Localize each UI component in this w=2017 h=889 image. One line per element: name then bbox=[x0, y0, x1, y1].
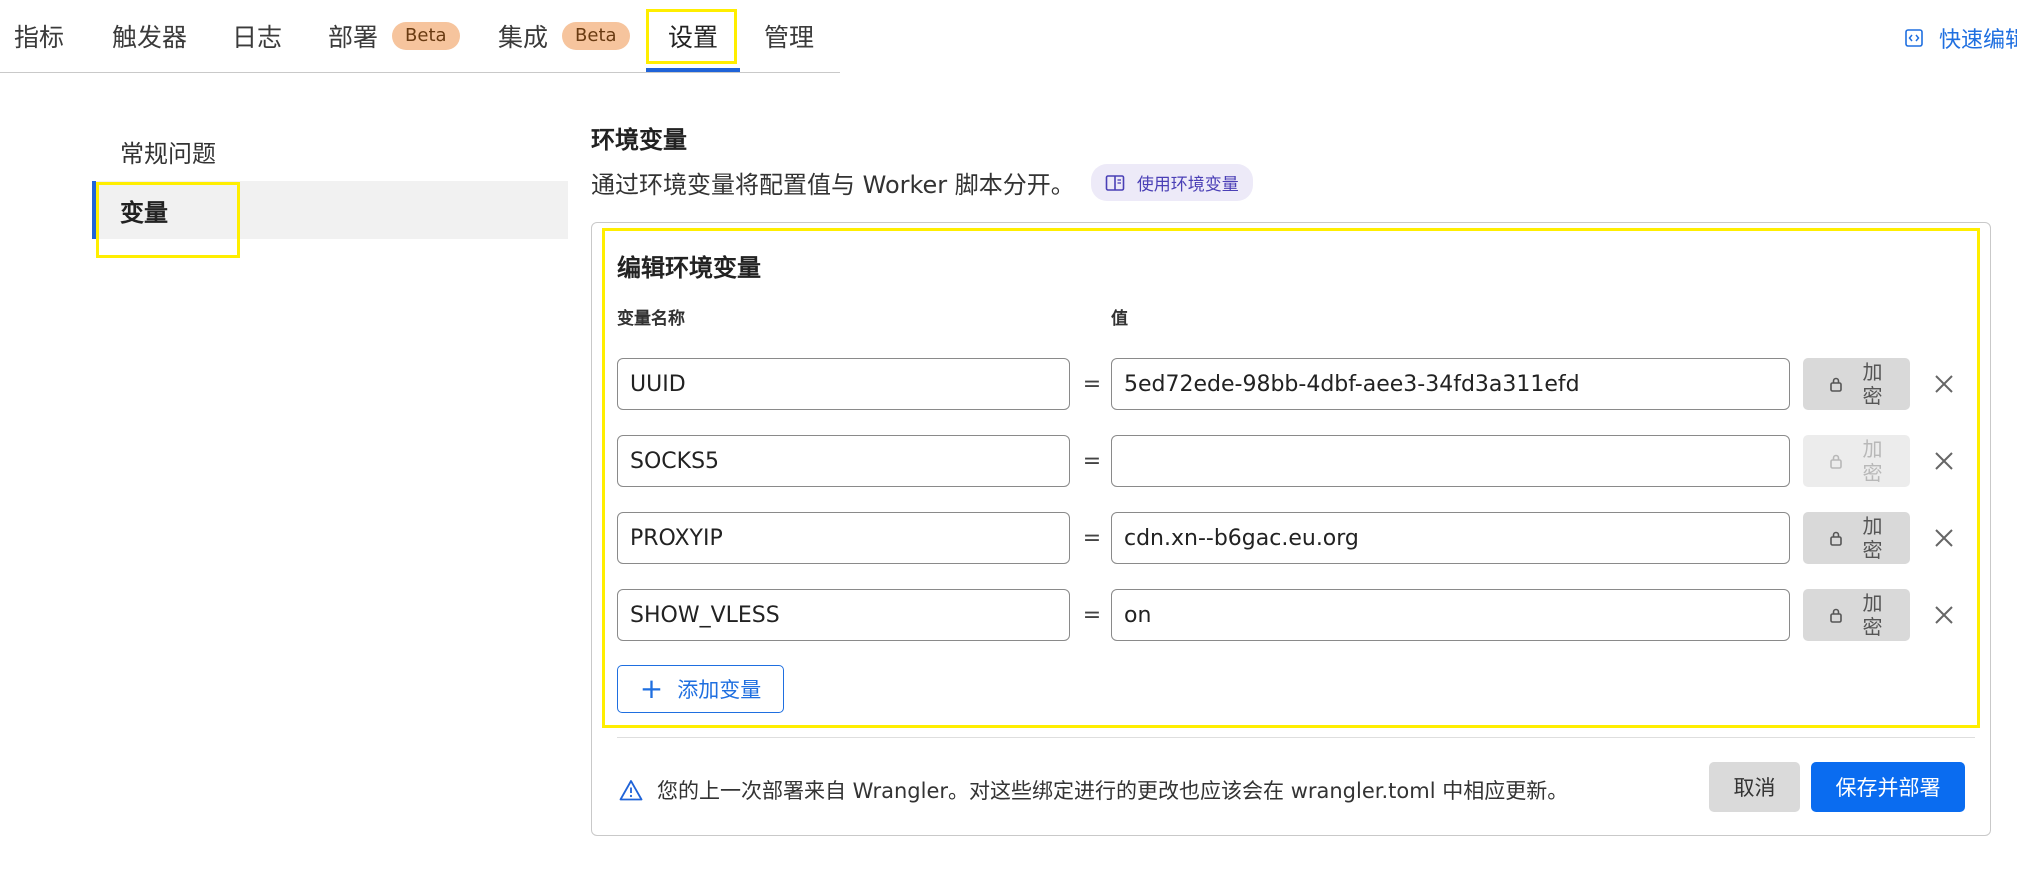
tab-label: 指标 bbox=[14, 23, 65, 52]
encrypt-button[interactable]: 加密 bbox=[1803, 358, 1910, 410]
variable-row: = 加密 bbox=[617, 358, 1953, 410]
tab-label: 管理 bbox=[764, 23, 815, 52]
code-icon bbox=[1905, 29, 1923, 47]
beta-badge: Beta bbox=[392, 22, 460, 50]
close-icon[interactable] bbox=[1930, 524, 1958, 552]
active-tab-indicator bbox=[646, 68, 740, 72]
warning-text: 您的上一次部署来自 Wrangler。对这些绑定进行的更改也应该会在 wrang… bbox=[657, 779, 1569, 803]
plus-icon: + bbox=[639, 672, 664, 705]
tab-deployments[interactable]: 部署 Beta bbox=[328, 0, 460, 72]
column-label-value: 值 bbox=[1111, 309, 1128, 329]
add-variable-label: 添加变量 bbox=[677, 678, 762, 702]
equals-sign: = bbox=[1082, 525, 1102, 551]
warning-icon bbox=[619, 780, 643, 801]
lock-icon bbox=[1829, 454, 1842, 469]
close-icon[interactable] bbox=[1930, 370, 1958, 398]
section-title: 环境变量 bbox=[591, 126, 687, 154]
tab-label: 日志 bbox=[232, 23, 283, 52]
variable-row: = 加密 bbox=[617, 589, 1953, 641]
encrypt-label: 加密 bbox=[1862, 437, 1883, 485]
book-icon bbox=[1105, 174, 1125, 191]
wrangler-warning: 您的上一次部署来自 Wrangler。对这些绑定进行的更改也应该会在 wrang… bbox=[619, 775, 1568, 805]
description-text: 通过环境变量将配置值与 Worker 脚本分开。 bbox=[591, 171, 1075, 199]
sidebar-item-label: 常规问题 bbox=[120, 139, 216, 168]
equals-sign: = bbox=[1082, 371, 1102, 397]
docs-link[interactable]: 使用环境变量 bbox=[1090, 164, 1253, 201]
encrypt-button[interactable]: 加密 bbox=[1803, 435, 1910, 487]
encrypt-label: 加密 bbox=[1862, 514, 1883, 562]
tab-manage[interactable]: 管理 bbox=[764, 0, 814, 72]
close-icon[interactable] bbox=[1930, 601, 1958, 629]
tab-triggers[interactable]: 触发器 bbox=[112, 0, 187, 72]
beta-badge: Beta bbox=[562, 22, 630, 50]
tab-logs[interactable]: 日志 bbox=[232, 0, 282, 72]
variable-name-input[interactable] bbox=[617, 512, 1070, 564]
tab-label: 集成 bbox=[498, 23, 549, 52]
quick-edit-label: 快速编辑 bbox=[1938, 28, 2017, 53]
variable-row: = 加密 bbox=[617, 512, 1953, 564]
equals-sign: = bbox=[1082, 602, 1102, 628]
close-icon[interactable] bbox=[1930, 447, 1958, 475]
section-description: 通过环境变量将配置值与 Worker 脚本分开。 使用环境变量 bbox=[591, 164, 1253, 201]
sidebar-item-general[interactable]: 常规问题 bbox=[92, 122, 568, 180]
encrypt-label: 加密 bbox=[1862, 360, 1883, 408]
variable-value-input[interactable] bbox=[1111, 512, 1790, 564]
tab-label: 触发器 bbox=[112, 23, 188, 52]
column-label-name: 变量名称 bbox=[617, 309, 685, 329]
cancel-button[interactable]: 取消 bbox=[1709, 762, 1800, 812]
lock-icon bbox=[1829, 608, 1842, 623]
lock-icon bbox=[1829, 531, 1842, 546]
equals-sign: = bbox=[1082, 448, 1102, 474]
variable-name-input[interactable] bbox=[617, 435, 1070, 487]
lock-icon bbox=[1829, 377, 1842, 392]
tab-metrics[interactable]: 指标 bbox=[14, 0, 64, 72]
variable-value-input[interactable] bbox=[1111, 358, 1790, 410]
tab-label: 部署 bbox=[328, 23, 379, 52]
divider bbox=[617, 737, 1975, 738]
quick-edit-link[interactable]: 快速编辑 bbox=[1905, 22, 2017, 54]
encrypt-button[interactable]: 加密 bbox=[1803, 512, 1910, 564]
variable-name-input[interactable] bbox=[617, 358, 1070, 410]
add-variable-button[interactable]: + 添加变量 bbox=[617, 665, 784, 713]
highlight-box bbox=[96, 182, 240, 258]
variable-value-input[interactable] bbox=[1111, 435, 1790, 487]
variable-row: = 加密 bbox=[617, 435, 1953, 487]
tab-integrations[interactable]: 集成 Beta bbox=[498, 0, 630, 72]
docs-link-label: 使用环境变量 bbox=[1136, 175, 1239, 195]
highlight-box bbox=[646, 9, 737, 64]
variable-name-input[interactable] bbox=[617, 589, 1070, 641]
editor-title: 编辑环境变量 bbox=[617, 254, 761, 282]
encrypt-button[interactable]: 加密 bbox=[1803, 589, 1910, 641]
encrypt-label: 加密 bbox=[1862, 591, 1883, 639]
save-and-deploy-button[interactable]: 保存并部署 bbox=[1811, 762, 1965, 812]
variable-value-input[interactable] bbox=[1111, 589, 1790, 641]
